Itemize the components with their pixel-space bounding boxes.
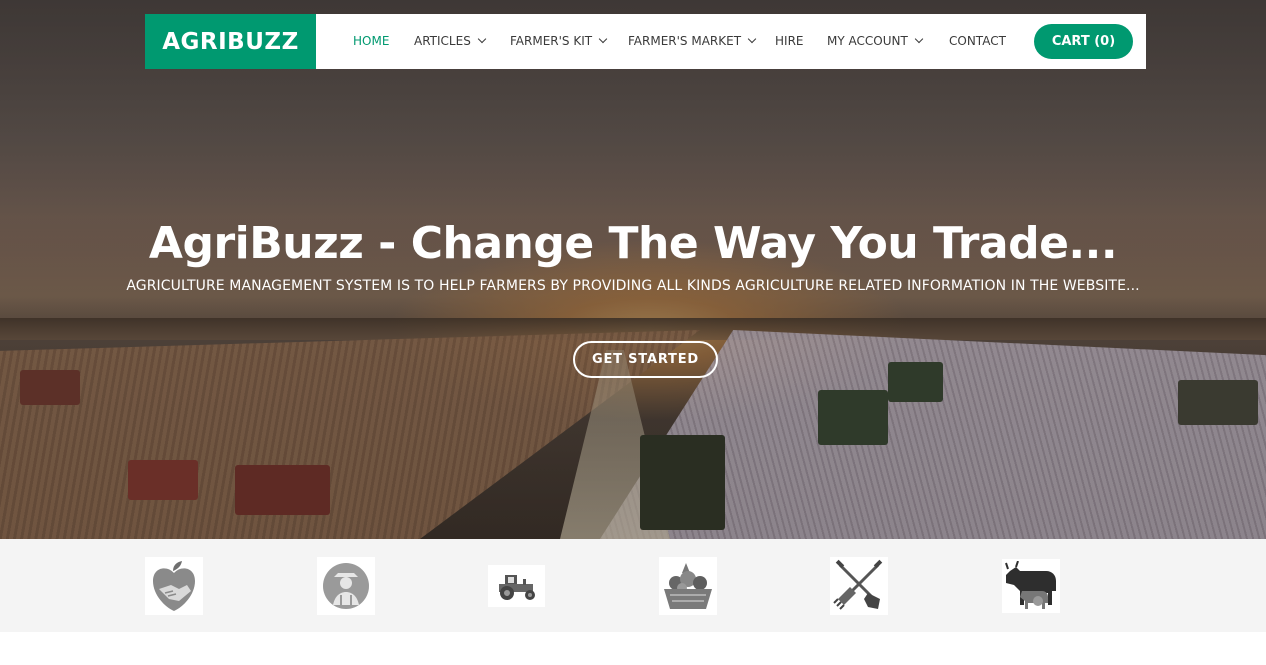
combine-harvester xyxy=(640,435,725,530)
feature-tile[interactable] xyxy=(488,565,545,607)
combine-harvester xyxy=(818,390,888,445)
cart-button[interactable]: CART (0) xyxy=(1034,24,1133,59)
combine-harvester xyxy=(888,362,943,402)
nav-item-label: CONTACT xyxy=(949,34,1006,48)
brand-logo[interactable]: AGRIBUZZ xyxy=(145,14,316,69)
hero-banner xyxy=(0,0,1266,539)
nav-item-label: FARMER'S KIT xyxy=(510,34,593,48)
brand-name: AGRIBUZZ xyxy=(162,28,299,55)
feature-tile[interactable] xyxy=(317,557,375,615)
nav-item-home[interactable]: HOME xyxy=(353,34,389,48)
get-started-button[interactable]: GET STARTED xyxy=(573,341,718,378)
chevron-down-icon xyxy=(914,34,924,44)
cart-label: CART (0) xyxy=(1051,34,1116,49)
feature-tile[interactable] xyxy=(1002,559,1060,613)
nav-item-my-account[interactable]: MY ACCOUNT xyxy=(827,34,924,48)
nav-item-hire[interactable]: HIRE xyxy=(775,34,803,48)
nav-item-label: MY ACCOUNT xyxy=(827,34,908,48)
shovel-rake-icon xyxy=(833,559,883,610)
feature-tile[interactable] xyxy=(659,557,717,615)
chevron-down-icon xyxy=(598,34,608,44)
navbar: AGRIBUZZ HOME ARTICLES FARMER'S KIT FARM… xyxy=(145,14,1146,69)
nav-item-label: FARMER'S MARKET xyxy=(628,34,742,48)
nav-item-label: ARTICLES xyxy=(414,34,471,48)
nav-item-label: HOME xyxy=(353,34,390,48)
feature-tile[interactable] xyxy=(830,557,888,615)
nav-item-farmers-kit[interactable]: FARMER'S KIT xyxy=(510,34,608,48)
feature-tile[interactable] xyxy=(145,557,203,615)
nav-item-farmers-market[interactable]: FARMER'S MARKET xyxy=(628,34,757,48)
nav-item-contact[interactable]: CONTACT xyxy=(949,34,1006,48)
hero-title: AgriBuzz - Change The Way You Trade... xyxy=(148,218,1118,269)
handshake-apple-icon xyxy=(153,561,195,611)
combine-harvester xyxy=(1178,380,1258,425)
farmer-icon xyxy=(323,563,369,609)
combine-harvester xyxy=(128,460,198,500)
combine-harvester xyxy=(20,370,80,405)
nav-item-label: HIRE xyxy=(775,34,804,48)
produce-basket-icon xyxy=(664,563,712,609)
chevron-down-icon xyxy=(477,34,487,44)
nav-item-articles[interactable]: ARTICLES xyxy=(414,34,487,48)
feature-icon-strip xyxy=(0,539,1266,632)
combine-harvester xyxy=(235,465,330,515)
tractor-icon xyxy=(498,575,535,600)
chevron-down-icon xyxy=(747,34,757,44)
hero-subtitle: AGRICULTURE MANAGEMENT SYSTEM IS TO HELP… xyxy=(126,278,1140,294)
get-started-label: GET STARTED xyxy=(592,352,699,367)
livestock-icon xyxy=(1005,561,1056,609)
